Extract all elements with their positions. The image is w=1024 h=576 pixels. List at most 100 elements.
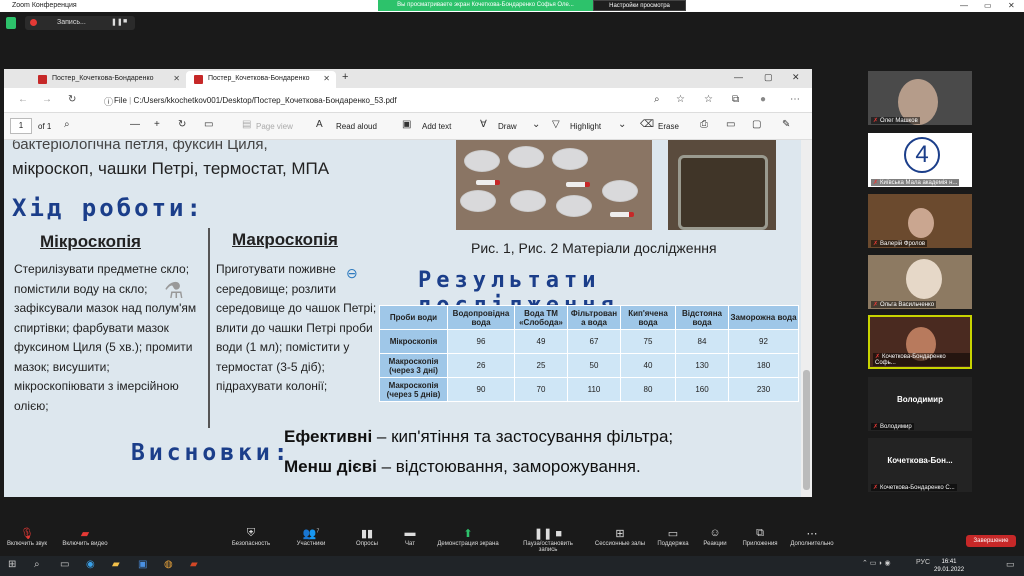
more-button[interactable]: ⋯ Дополнительно <box>777 527 847 547</box>
tray-icons[interactable]: ⌃ ▭ ◗ ◉ <box>862 559 891 567</box>
zoom-icon[interactable]: ⌕ <box>654 94 660 105</box>
maximize-icon[interactable]: ▭ <box>984 1 992 10</box>
add-text-icon[interactable]: ▣ <box>402 119 411 130</box>
maximize-icon[interactable]: ▢ <box>764 72 773 83</box>
back-icon[interactable]: ← <box>18 94 28 105</box>
page-number-input[interactable]: 1 <box>10 118 32 134</box>
language-indicator[interactable]: РУС <box>916 559 930 566</box>
edge-icon[interactable]: ◉ <box>86 559 95 570</box>
participant-tile[interactable]: Володимир ✗ Володимир <box>868 377 972 431</box>
pdf-scrollbar[interactable] <box>801 140 812 497</box>
close-tab-icon[interactable]: ✕ <box>173 74 180 83</box>
window-title: Zoom Конференция <box>12 2 77 9</box>
erase-icon[interactable]: ⌫ <box>640 119 654 130</box>
participant-name: ✗ Київська Мала академія н... <box>871 179 960 186</box>
participant-tile[interactable]: Кочеткова-Бон... ✗ Кочеткова-Бондаренко С… <box>868 438 972 492</box>
view-options-button[interactable]: Настройки просмотра <box>593 0 686 11</box>
collections-icon[interactable]: ☆ <box>704 94 713 105</box>
fit-page-icon[interactable]: ▭ <box>204 119 213 130</box>
search-icon[interactable]: ⌕ <box>64 119 70 130</box>
clock[interactable]: 16:41 29.01.2022 <box>934 558 964 574</box>
microscopy-title: Мікроскопія <box>40 232 141 251</box>
table-header: Кип'ячена вода <box>620 305 676 330</box>
browser-tab-active[interactable]: Постер_Кочеткова-Бондаренко ✕ <box>186 71 336 88</box>
boiling-pot-photo <box>668 140 776 230</box>
share-screen-icon: ⬆ <box>463 528 473 540</box>
chrome-icon[interactable]: ◍ <box>164 559 173 570</box>
conclusion-bold: Ефективні <box>284 427 373 446</box>
pdf-page: бактеріологічна петля, фуксин Циля, мікр… <box>4 140 801 497</box>
page-total: of 1 <box>38 122 52 131</box>
search-icon[interactable]: ⌕ <box>34 559 40 570</box>
file-explorer-icon[interactable]: ▰ <box>112 559 120 570</box>
end-meeting-button[interactable]: Завершение <box>966 535 1016 547</box>
participant-big-name: Кочеткова-Бон... <box>887 456 953 465</box>
powerpoint-icon[interactable]: ▰ <box>190 559 198 570</box>
page-view-icon: ▤ <box>242 119 252 130</box>
minimize-icon[interactable]: — <box>960 1 968 10</box>
zoom-in-icon[interactable]: + <box>154 119 160 130</box>
print-icon[interactable]: ⎙ <box>700 119 708 130</box>
save-icon[interactable]: ▭ <box>726 119 735 130</box>
task-view-icon[interactable]: ▭ <box>60 559 69 570</box>
read-aloud-icon[interactable]: A <box>316 119 323 130</box>
participant-big-name: Володимир <box>897 395 943 404</box>
stop-icon[interactable]: ■ <box>123 18 127 25</box>
table-header: Проби води <box>379 305 448 330</box>
pdf-icon <box>194 75 203 84</box>
erase-button[interactable]: Erase <box>658 122 679 131</box>
poster-text: бактеріологічна петля, фуксин Циля, <box>12 140 268 153</box>
more-icon: ⋯ <box>806 528 818 540</box>
zoom-app-icon[interactable]: ▣ <box>138 559 147 570</box>
more-icon[interactable]: ⋯ <box>790 94 800 105</box>
read-aloud-button[interactable]: Read aloud <box>336 122 377 131</box>
tab-label: Постер_Кочеткова-Бондаренко <box>52 75 154 82</box>
rotate-icon[interactable]: ↻ <box>178 119 186 130</box>
windows-start-icon[interactable]: ⊞ <box>8 559 16 570</box>
academy-logo: 4 <box>904 137 940 173</box>
participant-tile[interactable]: ✗ Валерій Фролов <box>868 194 972 248</box>
participant-tile[interactable]: 4 ✗ Київська Мала академія н... <box>868 133 972 187</box>
pin-icon[interactable]: ✎ <box>782 119 790 130</box>
draw-button[interactable]: Draw <box>498 122 517 131</box>
participant-tile-active[interactable]: ✗ Кочеткова-Бондаренко Софь... <box>868 315 972 369</box>
pause-icon[interactable]: ❚❚ <box>111 18 123 26</box>
start-video-button[interactable]: ▰ Включить видео <box>50 527 120 547</box>
forward-icon[interactable]: → <box>42 94 52 105</box>
close-icon[interactable]: ✕ <box>1008 1 1015 10</box>
scrollbar-thumb[interactable] <box>803 370 810 490</box>
pause-record-button[interactable]: ❚❚ ■ Пауза/остановить запись <box>513 527 583 553</box>
participant-tile[interactable]: ✗ Олег Машков <box>868 71 972 125</box>
share-banner: Вы просматриваете экран Кочеткова-Бондар… <box>378 0 593 11</box>
share-screen-button[interactable]: ⬆ Демонстрация экрана <box>433 527 503 547</box>
minimize-icon[interactable]: — <box>734 72 743 82</box>
conclusion-text: – кип'ятіння та застосування фільтра; <box>372 427 674 446</box>
url-field[interactable]: File | C:/Users/kkochetkov001/Desktop/По… <box>100 93 680 108</box>
results-table: Проби води Водопровідна вода Вода ТМ «Сл… <box>379 305 799 402</box>
table-header: Відстояна вода <box>675 305 729 330</box>
close-tab-icon[interactable]: ✕ <box>323 74 330 83</box>
add-text-button[interactable]: Add text <box>422 122 451 131</box>
notifications-icon[interactable]: ▭ <box>1006 559 1015 570</box>
participant-name: ✗ Ольга Васильченко <box>871 301 937 308</box>
url-text: C:/Users/kkochetkov001/Desktop/Постер_Ко… <box>133 96 397 105</box>
save-as-icon[interactable]: ▢ <box>752 119 761 130</box>
favorite-icon[interactable]: ☆ <box>676 94 685 105</box>
draw-icon[interactable]: ∀ <box>480 119 487 130</box>
profile-icon[interactable]: ● <box>760 94 766 105</box>
chevron-down-icon[interactable]: ⌄ <box>618 119 626 130</box>
highlight-icon[interactable]: ▽ <box>552 119 560 130</box>
windows-taskbar: ⊞ ⌕ ▭ ◉ ▰ ▣ ◍ ▰ ⌃ ▭ ◗ ◉ РУС 16:41 29.01.… <box>0 556 1024 576</box>
security-shield-icon <box>6 17 16 29</box>
new-tab-icon[interactable]: + <box>342 71 348 83</box>
participant-tile[interactable]: ✗ Ольга Васильченко <box>868 255 972 309</box>
highlight-button[interactable]: Highlight <box>570 122 601 131</box>
browser-tab[interactable]: Постер_Кочеткова-Бондаренко ✕ <box>30 71 186 88</box>
extensions-icon[interactable]: ⧉ <box>732 94 739 105</box>
table-cell: 90 <box>447 377 515 402</box>
close-icon[interactable]: ✕ <box>792 72 800 83</box>
chevron-down-icon[interactable]: ⌄ <box>532 119 540 130</box>
table-cell: 26 <box>447 353 515 378</box>
zoom-out-icon[interactable]: — <box>130 119 140 130</box>
refresh-icon[interactable]: ↻ <box>68 94 76 105</box>
